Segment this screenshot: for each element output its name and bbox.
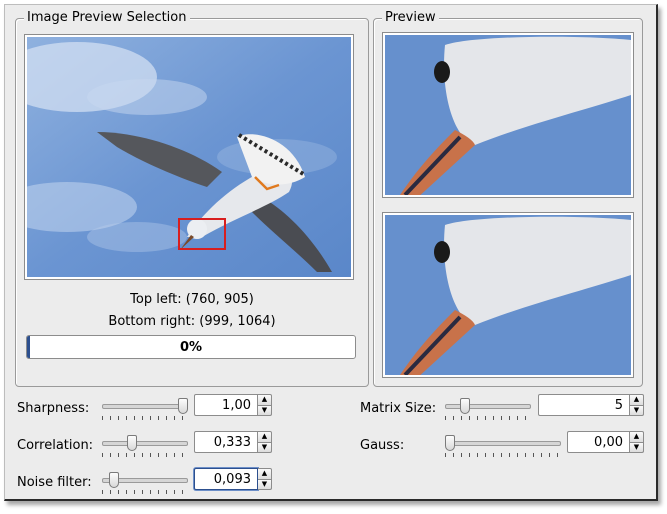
preview-group: Preview — [373, 10, 643, 387]
progress-bar: 0% — [26, 335, 356, 359]
sharpness-spinbox[interactable]: 1,00 ▲ ▼ — [194, 394, 272, 416]
spin-up-icon[interactable]: ▲ — [258, 468, 272, 480]
matrix-size-slider-handle[interactable] — [460, 398, 470, 414]
progress-label: 0% — [179, 340, 203, 355]
gauss-spin-arrows: ▲ ▼ — [630, 431, 644, 453]
noise-filter-label: Noise filter: — [17, 475, 92, 490]
sharpness-slider[interactable] — [102, 398, 188, 420]
matrix-size-spin-arrows: ▲ ▼ — [630, 394, 644, 416]
correlation-input[interactable]: 0,333 — [194, 431, 258, 453]
gauss-label: Gauss: — [360, 438, 405, 453]
matrix-size-slider-ticks — [445, 416, 531, 420]
preview-result-frame — [382, 212, 634, 378]
matrix-size-input[interactable]: 5 — [538, 394, 630, 416]
matrix-size-label: Matrix Size: — [360, 401, 437, 416]
spin-down-icon[interactable]: ▼ — [258, 479, 272, 490]
spin-up-icon[interactable]: ▲ — [258, 394, 272, 406]
correlation-spinbox[interactable]: 0,333 ▲ ▼ — [194, 431, 272, 453]
seagull-closeup-result — [385, 215, 631, 375]
spin-up-icon[interactable]: ▲ — [630, 394, 644, 406]
image-preview-selection-group: Image Preview Selection Top left: (760, … — [15, 10, 369, 387]
spin-up-icon[interactable]: ▲ — [630, 431, 644, 443]
spin-down-icon[interactable]: ▼ — [258, 442, 272, 453]
noise-filter-slider-ticks — [102, 490, 188, 494]
gauss-slider-groove — [445, 441, 561, 446]
correlation-slider-groove — [102, 441, 188, 446]
seagull-thumbnail — [27, 37, 351, 277]
gauss-input[interactable]: 0,00 — [567, 431, 630, 453]
preview-title: Preview — [382, 10, 439, 26]
correlation-spin-arrows: ▲ ▼ — [258, 431, 272, 453]
sharpness-spin-arrows: ▲ ▼ — [258, 394, 272, 416]
sharpness-label: Sharpness: — [17, 401, 90, 416]
top-left-coordinates: Top left: (760, 905) — [130, 292, 254, 307]
sharpness-slider-handle[interactable] — [178, 398, 188, 414]
correlation-label: Correlation: — [17, 438, 94, 453]
correlation-slider-ticks — [102, 453, 188, 457]
gauss-spinbox[interactable]: 0,00 ▲ ▼ — [567, 431, 644, 453]
noise-filter-input[interactable]: 0,093 — [194, 468, 258, 490]
sharpness-slider-ticks — [102, 416, 188, 420]
noise-filter-spin-arrows: ▲ ▼ — [258, 468, 272, 490]
refocus-dialog: Image Preview Selection Top left: (760, … — [4, 4, 658, 501]
spin-down-icon[interactable]: ▼ — [630, 405, 644, 416]
selection-image-frame[interactable] — [24, 34, 354, 280]
sharpness-input[interactable]: 1,00 — [194, 394, 258, 416]
preview-result-image — [385, 215, 631, 375]
spin-down-icon[interactable]: ▼ — [630, 442, 644, 453]
gauss-slider-handle[interactable] — [445, 435, 455, 451]
preview-original-frame — [382, 32, 634, 198]
noise-filter-spinbox[interactable]: 0,093 ▲ ▼ — [194, 468, 272, 490]
noise-filter-slider-handle[interactable] — [109, 472, 119, 488]
spin-up-icon[interactable]: ▲ — [258, 431, 272, 443]
matrix-size-spinbox[interactable]: 5 ▲ ▼ — [538, 394, 644, 416]
bottom-right-coordinates: Bottom right: (999, 1064) — [108, 314, 276, 329]
image-preview-selection-title: Image Preview Selection — [24, 10, 190, 26]
noise-filter-slider[interactable] — [102, 472, 188, 494]
matrix-size-slider-groove — [445, 404, 531, 409]
correlation-slider-handle[interactable] — [127, 435, 137, 451]
sharpness-slider-groove — [102, 404, 188, 409]
preview-original-image — [385, 35, 631, 195]
spin-down-icon[interactable]: ▼ — [258, 405, 272, 416]
gauss-slider-ticks — [445, 453, 561, 457]
selection-image[interactable] — [27, 37, 351, 277]
gauss-slider[interactable] — [445, 435, 561, 457]
matrix-size-slider[interactable] — [445, 398, 531, 420]
seagull-closeup-original — [385, 35, 631, 195]
correlation-slider[interactable] — [102, 435, 188, 457]
